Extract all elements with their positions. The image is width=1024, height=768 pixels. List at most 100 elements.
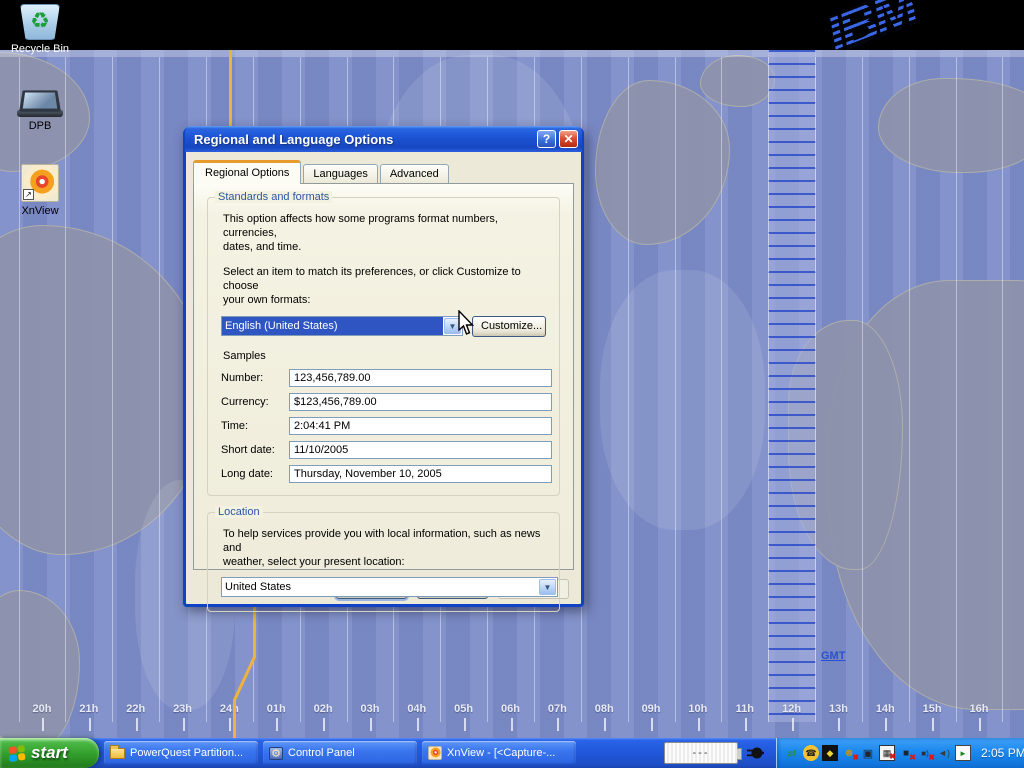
tab-regional-options[interactable]: Regional Options xyxy=(193,160,301,184)
dialog-title: Regional and Language Options xyxy=(194,132,534,147)
xnview-icon xyxy=(428,746,442,760)
hour-tick xyxy=(979,718,981,731)
hour-label: 21h xyxy=(67,703,111,715)
display-switch-icon[interactable]: ► xyxy=(955,745,971,761)
task-label: XnView - [<Capture-... xyxy=(447,747,555,759)
recycle-bin-icon: ♻ xyxy=(0,4,80,40)
timezone-gridline xyxy=(768,57,769,722)
users-offline-icon[interactable]: ☻✖ xyxy=(841,745,857,761)
hour-tick xyxy=(745,718,747,731)
timezone-gridline xyxy=(628,57,629,722)
sync-icon[interactable]: ⇄ xyxy=(784,745,800,761)
hour-tick xyxy=(417,718,419,731)
hour-label: 10h xyxy=(676,703,720,715)
dialer-icon[interactable]: ☎ xyxy=(803,745,819,761)
timezone-gridline xyxy=(956,57,957,722)
gmt-meridian-band xyxy=(768,50,816,722)
close-icon[interactable]: ✕ xyxy=(559,130,578,148)
customize-button[interactable]: Customize... xyxy=(472,316,546,337)
windows-flag-icon xyxy=(9,744,26,761)
taskbar-task-powerquest[interactable]: PowerQuest Partition... xyxy=(104,741,258,765)
long-date-sample-field[interactable] xyxy=(289,465,552,483)
timezone-gridline xyxy=(19,57,20,722)
hour-tick xyxy=(698,718,700,731)
wallpaper-horizon-strip xyxy=(0,50,1024,57)
samples-label: Samples xyxy=(223,350,546,362)
computer-offline-icon[interactable]: ■✖ xyxy=(898,745,914,761)
offline-x-badge: ✖ xyxy=(928,753,935,762)
control-panel-icon: ⚙ xyxy=(269,747,283,760)
language-format-value: English (United States) xyxy=(222,317,443,335)
timezone-gridline xyxy=(159,57,160,722)
desktop-icon-label: XnView xyxy=(0,205,80,217)
start-button[interactable]: start xyxy=(0,738,99,768)
hour-tick xyxy=(932,718,934,731)
hour-tick xyxy=(42,718,44,731)
currency-sample-field[interactable] xyxy=(289,393,552,411)
taskbar-task-xnview[interactable]: XnView - [<Capture-... xyxy=(422,741,576,765)
folder-icon xyxy=(110,748,125,759)
tab-advanced[interactable]: Advanced xyxy=(380,164,449,183)
hour-label: 05h xyxy=(442,703,486,715)
warning-diamond-icon[interactable]: ◆ xyxy=(822,745,838,761)
tab-page-regional-options: Standards and formats This option affect… xyxy=(193,183,574,570)
number-sample-field[interactable] xyxy=(289,369,552,387)
system-tray: ⇄☎◆☻✖▣▦✖■✖■)✖◄)► 2:05 PM xyxy=(776,738,1024,768)
desktop-icon-dpb[interactable]: DPB xyxy=(0,88,80,132)
taskbar-clock[interactable]: 2:05 PM xyxy=(981,746,1024,760)
hour-tick xyxy=(89,718,91,731)
sample-row-time: Time: xyxy=(221,417,546,435)
group-caption: Standards and formats xyxy=(215,191,332,203)
power-plug-icon[interactable] xyxy=(747,745,764,761)
xnview-icon: ↗ xyxy=(0,164,80,202)
regional-language-options-dialog: Regional and Language Options ? ✕ Region… xyxy=(183,127,584,607)
help-icon[interactable]: ? xyxy=(537,130,556,148)
hour-label: 02h xyxy=(301,703,345,715)
hour-tick xyxy=(136,718,138,731)
tab-languages[interactable]: Languages xyxy=(303,164,377,183)
location-combobox[interactable]: United States ▼ xyxy=(221,577,558,597)
location-value: United States xyxy=(222,578,538,596)
hour-label: 03h xyxy=(348,703,392,715)
hour-tick xyxy=(838,718,840,731)
dialog-titlebar[interactable]: Regional and Language Options ? ✕ xyxy=(185,126,582,152)
timezone-gridline xyxy=(65,57,66,722)
ibm-logo: IBM xyxy=(818,0,924,50)
shortcut-arrow-icon: ↗ xyxy=(23,189,34,200)
standards-description: This option affects how some programs fo… xyxy=(223,212,546,254)
hour-tick xyxy=(792,718,794,731)
short-date-sample-field[interactable] xyxy=(289,441,552,459)
timezone-gridline xyxy=(112,57,113,722)
wireless-off-icon[interactable]: ■)✖ xyxy=(917,745,933,761)
landmass xyxy=(595,80,730,245)
sample-label: Long date: xyxy=(221,468,289,480)
battery-gauge[interactable]: --- xyxy=(664,742,738,764)
desktop-icon-recycle-bin[interactable]: ♻ Recycle Bin xyxy=(0,4,80,55)
ocean-highlight xyxy=(600,270,765,530)
taskbar-task-control-panel[interactable]: ⚙ Control Panel xyxy=(263,741,417,765)
timezone-gridline xyxy=(721,57,722,722)
top-banner: IBM xyxy=(0,0,1024,50)
desktop-icon-xnview[interactable]: ↗ XnView xyxy=(0,164,80,217)
desktop: 20h21h22h23h24h01h02h03h04h05h06h07h08h0… xyxy=(0,0,1024,768)
timezone-gridline xyxy=(862,57,863,722)
standards-and-formats-group: Standards and formats This option affect… xyxy=(207,197,560,496)
hour-tick xyxy=(885,718,887,731)
sample-label: Time: xyxy=(221,420,289,432)
hour-tick xyxy=(323,718,325,731)
hour-label: 13h xyxy=(816,703,860,715)
time-sample-field[interactable] xyxy=(289,417,552,435)
current-time-line xyxy=(229,50,232,127)
task-label: Control Panel xyxy=(288,747,355,759)
chevron-down-icon[interactable]: ▼ xyxy=(539,579,556,595)
sample-row-long-date: Long date: xyxy=(221,465,546,483)
language-format-combobox[interactable]: English (United States) ▼ xyxy=(221,316,463,336)
hour-label: 07h xyxy=(535,703,579,715)
hour-label: 23h xyxy=(161,703,205,715)
volume-icon[interactable]: ◄) xyxy=(936,745,952,761)
current-time-line xyxy=(225,607,261,738)
hour-label: 04h xyxy=(395,703,439,715)
sample-label: Number: xyxy=(221,372,289,384)
capture-app-icon[interactable]: ▦✖ xyxy=(879,745,895,761)
network-computers-icon[interactable]: ▣ xyxy=(860,745,876,761)
